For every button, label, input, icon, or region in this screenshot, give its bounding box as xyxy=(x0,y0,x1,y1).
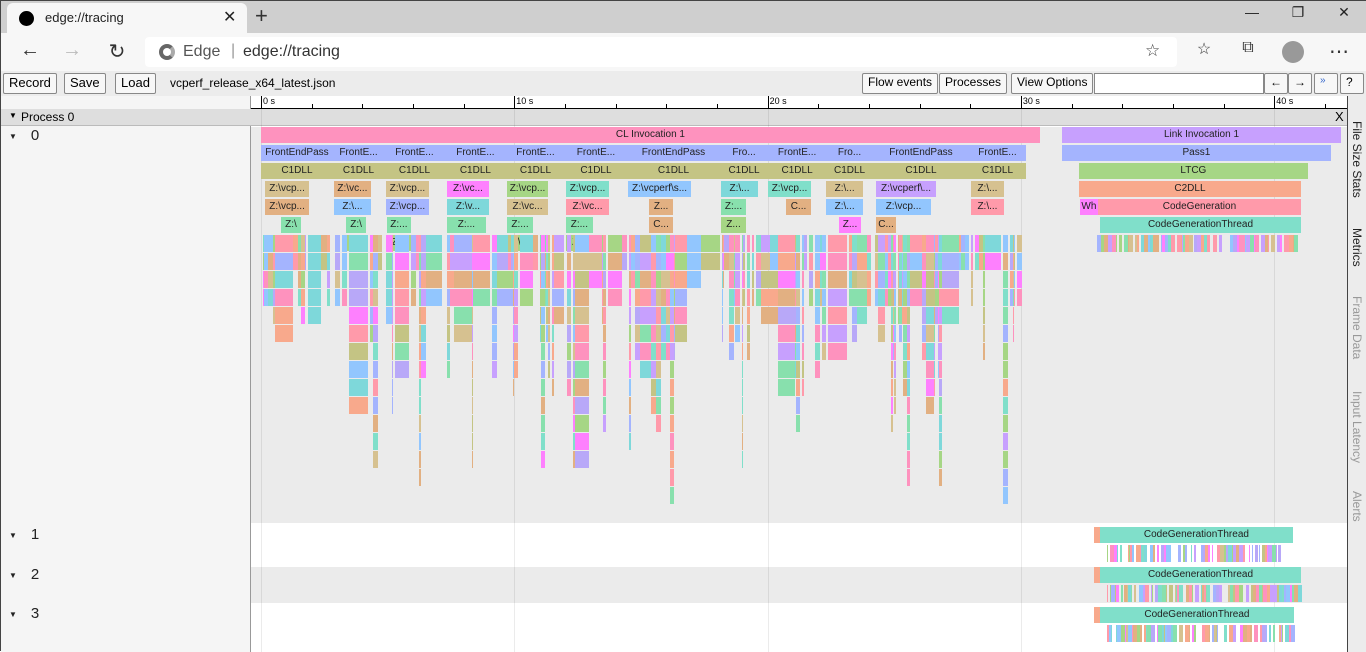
ruler-label: 10 s xyxy=(516,96,534,106)
expand-button[interactable]: » xyxy=(1314,73,1338,94)
save-button[interactable]: Save xyxy=(64,73,106,94)
collapse-triangle-icon[interactable]: ▼ xyxy=(9,111,17,120)
record-button[interactable]: Record xyxy=(3,73,57,94)
process-label: Process 0 xyxy=(21,110,75,124)
navigation-bar: ← → ↻ Edge | edge://tracing ☆ ☆ ⧉ ⋯ xyxy=(1,33,1366,71)
ruler-tick xyxy=(1274,96,1276,109)
side-tab-input-latency[interactable]: Input Latency xyxy=(1350,391,1364,463)
load-button[interactable]: Load xyxy=(115,73,156,94)
tab-title: edge://tracing xyxy=(45,10,124,25)
view-options-button[interactable]: View Options xyxy=(1011,73,1094,94)
help-button[interactable]: ? xyxy=(1340,73,1364,94)
side-panel-tabs: File Size Stats Metrics Frame Data Input… xyxy=(1347,96,1366,652)
ruler-tick xyxy=(261,96,262,109)
grid-line xyxy=(1274,109,1276,652)
thread-label-3[interactable]: ▼ 3 xyxy=(9,605,39,622)
thread-id: 1 xyxy=(30,526,40,543)
new-tab-button[interactable]: + xyxy=(255,3,268,29)
search-input[interactable] xyxy=(1094,73,1264,94)
find-prev-button[interactable]: ← xyxy=(1264,73,1288,94)
thread-3-track xyxy=(251,603,1347,652)
find-next-button[interactable]: → xyxy=(1288,73,1312,94)
side-tab-file-size-stats[interactable]: File Size Stats xyxy=(1350,121,1364,198)
edge-logo-icon xyxy=(159,44,175,60)
time-ruler[interactable]: 0 s 10 s 20 s 30 s 40 s xyxy=(251,96,1347,109)
forward-arrow-icon[interactable]: → xyxy=(57,39,87,62)
thread-label-2[interactable]: ▼ 2 xyxy=(9,566,39,583)
address-url[interactable]: edge://tracing xyxy=(243,43,340,61)
minimize-button[interactable]: — xyxy=(1229,4,1275,20)
flow-events-button[interactable]: Flow events xyxy=(862,73,939,94)
ruler-label: 30 s xyxy=(1022,96,1040,106)
tab-close-icon[interactable]: ✕ xyxy=(223,7,236,27)
close-process-button[interactable]: X xyxy=(1335,109,1344,124)
profile-avatar-icon[interactable] xyxy=(1282,41,1304,63)
thread-2-track xyxy=(251,567,1347,603)
tracing-toolbar: Record Save Load vcperf_release_x64_late… xyxy=(1,71,1366,96)
thread-id: 0 xyxy=(30,127,40,144)
trace-filename: vcperf_release_x64_latest.json xyxy=(170,76,336,90)
more-menu-icon[interactable]: ⋯ xyxy=(1324,39,1354,64)
collapse-triangle-icon[interactable]: ▼ xyxy=(9,610,17,619)
collapse-triangle-icon[interactable]: ▼ xyxy=(9,531,17,540)
back-arrow-icon[interactable]: ← xyxy=(15,39,45,62)
maximize-button[interactable]: ❐ xyxy=(1275,4,1321,21)
thread-1-track xyxy=(251,523,1347,567)
processes-button[interactable]: Processes xyxy=(939,73,1008,94)
thread-id: 3 xyxy=(30,605,40,622)
grid-line xyxy=(767,109,769,652)
thread-label-1[interactable]: ▼ 1 xyxy=(9,526,39,543)
close-window-button[interactable]: ✕ xyxy=(1321,4,1366,21)
side-tab-metrics[interactable]: Metrics xyxy=(1350,228,1364,267)
favorites-icon[interactable]: ☆ xyxy=(1189,39,1219,59)
grid-line xyxy=(514,109,516,652)
process-header[interactable]: ▼ Process 0 X xyxy=(1,109,1347,126)
side-tab-alerts[interactable]: Alerts xyxy=(1350,491,1364,522)
tab-strip: edge://tracing ✕ + — ❐ ✕ xyxy=(1,1,1366,33)
ruler-label: 0 s xyxy=(263,96,276,106)
ruler-tick xyxy=(767,96,769,109)
ruler-label: 20 s xyxy=(769,96,787,106)
thread-label-0[interactable]: ▼ 0 xyxy=(9,127,39,144)
ruler-tick xyxy=(514,96,516,109)
address-brand: Edge xyxy=(183,43,221,60)
favorite-star-icon[interactable]: ☆ xyxy=(1145,41,1160,61)
ruler-label: 40 s xyxy=(1276,96,1294,106)
address-divider: | xyxy=(231,42,236,59)
address-bar[interactable]: Edge | edge://tracing ☆ xyxy=(145,37,1177,67)
grid-line xyxy=(261,109,262,652)
side-tab-frame-data[interactable]: Frame Data xyxy=(1350,296,1364,359)
grid-line xyxy=(1020,109,1022,652)
refresh-icon[interactable]: ↻ xyxy=(102,39,132,64)
thread-id: 2 xyxy=(30,566,40,583)
ruler-tick xyxy=(1020,96,1022,109)
collapse-triangle-icon[interactable]: ▼ xyxy=(9,132,17,141)
browser-tab[interactable]: edge://tracing ✕ xyxy=(7,3,247,33)
collapse-triangle-icon[interactable]: ▼ xyxy=(9,571,17,580)
thread-0-track xyxy=(251,127,1347,523)
collections-icon[interactable]: ⧉ xyxy=(1233,39,1263,57)
tab-favicon-icon xyxy=(19,11,34,26)
